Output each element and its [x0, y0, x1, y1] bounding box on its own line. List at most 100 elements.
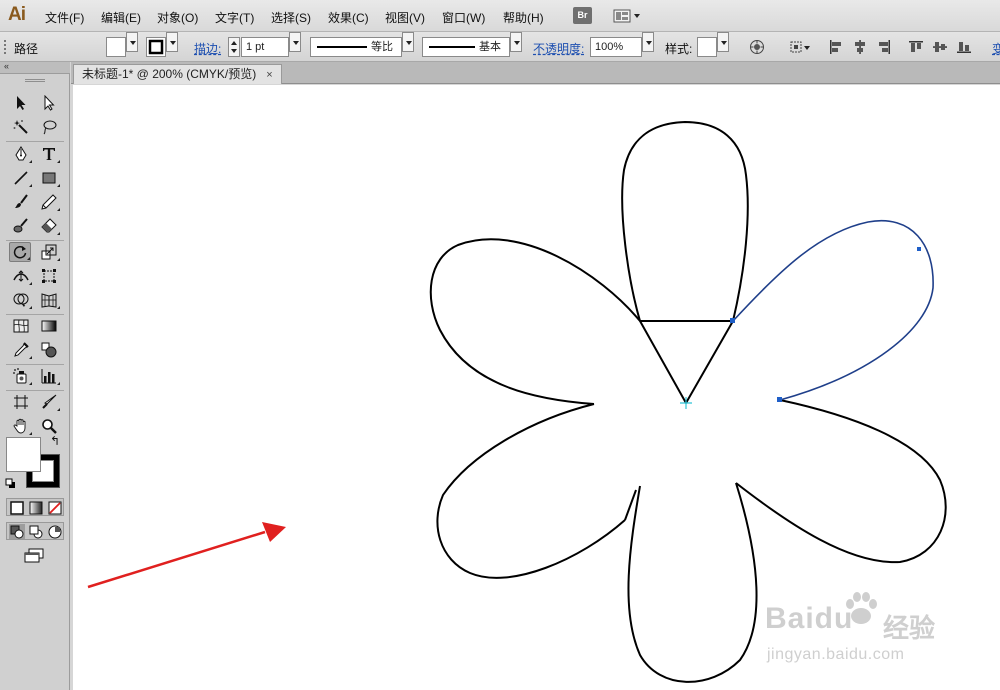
- rectangle-icon: [42, 172, 56, 184]
- pen-tool[interactable]: [10, 144, 32, 164]
- draw-inside-icon[interactable]: [47, 524, 63, 539]
- menu-window[interactable]: 窗口(W): [442, 9, 485, 26]
- none-mode-icon[interactable]: [48, 501, 62, 515]
- color-mode-buttons: [6, 498, 64, 516]
- align-horizontal-center-icon[interactable]: [852, 39, 868, 55]
- color-mode-icon[interactable]: [10, 501, 24, 515]
- anchor-point: [730, 318, 735, 323]
- panel-grip-icon: [4, 40, 6, 54]
- opacity-input[interactable]: 100%: [590, 37, 642, 57]
- swap-fill-stroke-icon[interactable]: ↰: [50, 434, 60, 448]
- selection-tool[interactable]: [10, 93, 32, 113]
- eyedropper-tool[interactable]: [10, 340, 32, 360]
- perspective-grid-icon: [41, 293, 57, 308]
- symbol-sprayer-tool[interactable]: [10, 366, 32, 386]
- stroke-panel-link[interactable]: 描边:: [194, 40, 221, 57]
- menu-help[interactable]: 帮助(H): [503, 9, 544, 26]
- menu-select[interactable]: 选择(S): [271, 9, 311, 26]
- stroke-weight-dropdown[interactable]: [289, 32, 301, 52]
- free-transform-tool[interactable]: [38, 266, 60, 286]
- fill-swatch[interactable]: [106, 37, 126, 57]
- fill-color-swatch[interactable]: [6, 437, 41, 472]
- bridge-button[interactable]: Br: [573, 7, 592, 24]
- column-graph-icon: [41, 369, 56, 384]
- line-segment-icon: [14, 171, 28, 185]
- top-triangle: [639, 320, 734, 404]
- paintbrush-tool[interactable]: [10, 192, 32, 212]
- eraser-tool[interactable]: [38, 216, 60, 236]
- menu-effect[interactable]: 效果(C): [328, 9, 369, 26]
- width-tool-icon: [13, 270, 29, 282]
- blob-brush-tool[interactable]: [10, 216, 32, 236]
- hand-icon: [13, 418, 26, 434]
- close-icon[interactable]: ×: [266, 69, 272, 81]
- screen-mode-icon[interactable]: [23, 548, 45, 564]
- anchor-point: [777, 397, 782, 402]
- artboard-tool[interactable]: [10, 392, 32, 412]
- default-fill-stroke-icon[interactable]: [5, 478, 16, 489]
- brush-line-icon: [429, 46, 475, 48]
- menu-object[interactable]: 对象(O): [157, 9, 198, 26]
- style-label: 样式:: [665, 42, 693, 56]
- stroke-weight-stepper-icon[interactable]: [228, 37, 240, 57]
- hand-tool[interactable]: [10, 416, 32, 436]
- stroke-swatch-icon[interactable]: [146, 37, 166, 57]
- rectangle-tool[interactable]: [38, 168, 60, 188]
- transform-reference-icon[interactable]: [789, 39, 811, 55]
- perspective-grid-tool[interactable]: [38, 290, 60, 310]
- width-profile-dropdown[interactable]: [402, 32, 414, 52]
- shape-builder-tool[interactable]: [10, 290, 32, 310]
- menu-view[interactable]: 视图(V): [385, 9, 425, 26]
- document-tab-bar: 未标题-1* @ 200% (CMYK/预览) ×: [71, 62, 1000, 84]
- stroke-dropdown[interactable]: [166, 32, 178, 52]
- graphic-style-swatch[interactable]: [697, 37, 717, 57]
- opacity-dropdown[interactable]: [642, 32, 654, 52]
- width-profile-select[interactable]: 等比: [310, 37, 402, 57]
- graphic-style-dropdown[interactable]: [717, 32, 729, 52]
- lasso-tool[interactable]: [38, 117, 60, 137]
- stroke-weight-input[interactable]: 1 pt: [241, 37, 289, 57]
- align-left-icon[interactable]: [828, 39, 844, 55]
- menu-edit[interactable]: 编辑(E): [101, 9, 141, 26]
- brush-dropdown[interactable]: [510, 32, 522, 52]
- draw-normal-icon[interactable]: [9, 524, 25, 539]
- workspace-switcher-icon[interactable]: [613, 8, 641, 24]
- lower-right-petal: [735, 399, 947, 564]
- scale-tool[interactable]: [38, 242, 60, 262]
- anchor-point: [917, 247, 921, 251]
- free-transform-icon: [42, 269, 56, 283]
- line-segment-tool[interactable]: [10, 168, 32, 188]
- menu-type[interactable]: 文字(T): [215, 9, 254, 26]
- column-graph-tool[interactable]: [38, 366, 60, 386]
- slice-tool[interactable]: [38, 392, 60, 412]
- gradient-mode-icon[interactable]: [29, 501, 43, 515]
- recolor-artwork-icon[interactable]: [749, 39, 765, 55]
- pencil-tool[interactable]: [38, 192, 60, 212]
- blend-tool[interactable]: [38, 340, 60, 360]
- align-vertical-center-icon[interactable]: [932, 39, 948, 55]
- artboard-canvas[interactable]: Baidu 经验 jingyan.baidu.com: [73, 85, 1000, 690]
- pen-nib-icon: [15, 146, 27, 161]
- collapse-icon[interactable]: «: [4, 61, 9, 71]
- rotate-tool[interactable]: [9, 242, 31, 262]
- mesh-tool[interactable]: [10, 316, 32, 336]
- brush-definition-select[interactable]: 基本: [422, 37, 510, 57]
- document-tab[interactable]: 未标题-1* @ 200% (CMYK/预览) ×: [73, 64, 282, 84]
- magic-wand-tool[interactable]: [10, 117, 32, 137]
- type-tool[interactable]: [38, 144, 60, 164]
- zoom-tool[interactable]: [38, 416, 60, 436]
- menu-file[interactable]: 文件(F): [45, 9, 84, 26]
- align-top-icon[interactable]: [908, 39, 924, 55]
- align-bottom-icon[interactable]: [956, 39, 972, 55]
- width-tool[interactable]: [10, 266, 32, 286]
- align-right-icon[interactable]: [876, 39, 892, 55]
- draw-behind-icon[interactable]: [28, 524, 44, 539]
- fill-dropdown[interactable]: [126, 32, 138, 52]
- direct-selection-tool[interactable]: [38, 93, 60, 113]
- panel-grip[interactable]: [25, 79, 45, 82]
- opacity-panel-link[interactable]: 不透明度:: [533, 40, 584, 57]
- scale-icon: [41, 244, 57, 260]
- gradient-tool[interactable]: [38, 316, 60, 336]
- tools-panel-header[interactable]: «: [0, 61, 70, 74]
- transform-panel-link[interactable]: 变: [992, 40, 1000, 57]
